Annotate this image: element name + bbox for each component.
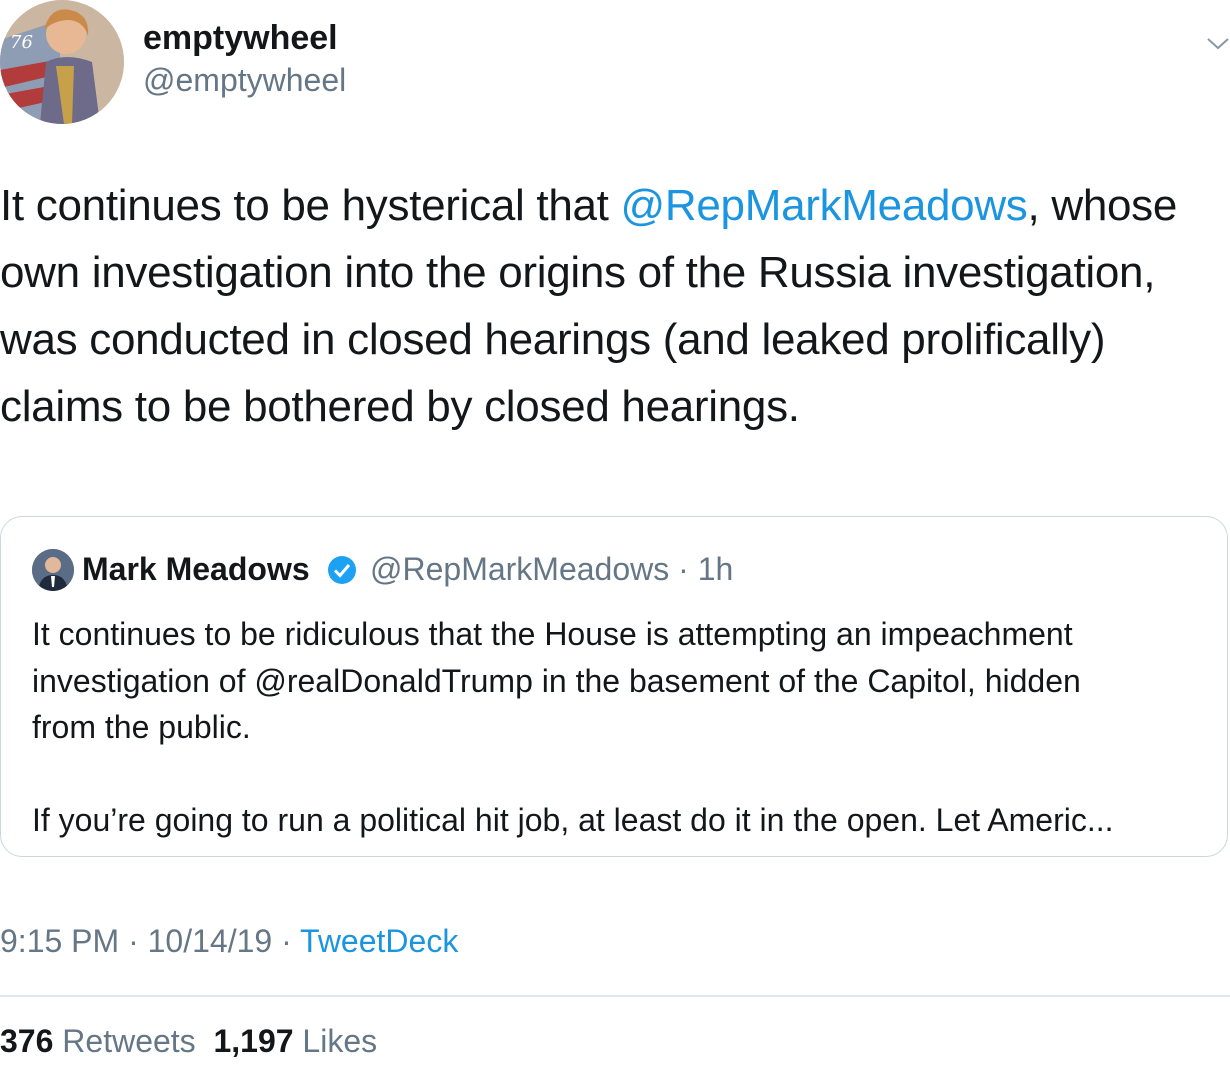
retweets-stat[interactable]: 376 Retweets [0, 1023, 196, 1059]
quoted-tweet-card[interactable]: Mark Meadows @RepMarkMeadows · 1h It con… [0, 516, 1228, 857]
tweet-timestamp: 9:15 PM · 10/14/19 · TweetDeck [0, 918, 458, 964]
quoted-author-handle-time: @RepMarkMeadows · 1h [370, 551, 734, 587]
tweet-line-3: was conducted in closed hearings (and le… [0, 315, 1106, 364]
source-link[interactable]: TweetDeck [300, 923, 458, 959]
tweet-line-1-pre: It continues to be hysterical that [0, 181, 621, 230]
verified-badge-icon [327, 555, 357, 585]
retweets-label: Retweets [62, 1023, 196, 1059]
tweet-stats: 376 Retweets 1,197 Likes [0, 1018, 377, 1064]
author-avatar[interactable]: 76 [0, 0, 124, 124]
divider [0, 995, 1230, 997]
author-display-name[interactable]: emptywheel [143, 18, 338, 58]
tweet-line-1: It continues to be hysterical that @RepM… [0, 172, 1228, 239]
quoted-line-2: investigation of @realDonaldTrump in the… [32, 662, 1081, 699]
author-handle[interactable]: @emptywheel [143, 60, 346, 100]
likes-count: 1,197 [213, 1023, 294, 1059]
likes-stat[interactable]: 1,197 Likes [213, 1023, 377, 1059]
retweets-count: 376 [0, 1023, 54, 1059]
timestamp-text[interactable]: 9:15 PM · 10/14/19 · [0, 923, 300, 959]
quoted-author-name: Mark Meadows [82, 551, 310, 587]
quoted-line-4: If you’re going to run a political hit j… [32, 802, 1114, 838]
quoted-author-avatar [32, 549, 74, 591]
quoted-tweet-text: It continues to be ridiculous that the H… [32, 611, 1212, 844]
chevron-down-icon[interactable] [1206, 34, 1230, 52]
likes-label: Likes [302, 1023, 378, 1059]
quoted-line-1: It continues to be ridiculous that the H… [32, 616, 1073, 652]
avatar-badge-text: 76 [10, 32, 33, 53]
tweet-line-4: claims to be bothered by closed hearings… [0, 382, 800, 431]
tweet-text: It continues to be hysterical that @RepM… [0, 172, 1228, 440]
quoted-line-3: from the public. [32, 709, 251, 745]
tweet-line-2: own investigation into the origins of th… [0, 248, 1156, 297]
tweet-line-1-post: , whose [1027, 181, 1178, 230]
mention-link[interactable]: @RepMarkMeadows [621, 181, 1028, 230]
